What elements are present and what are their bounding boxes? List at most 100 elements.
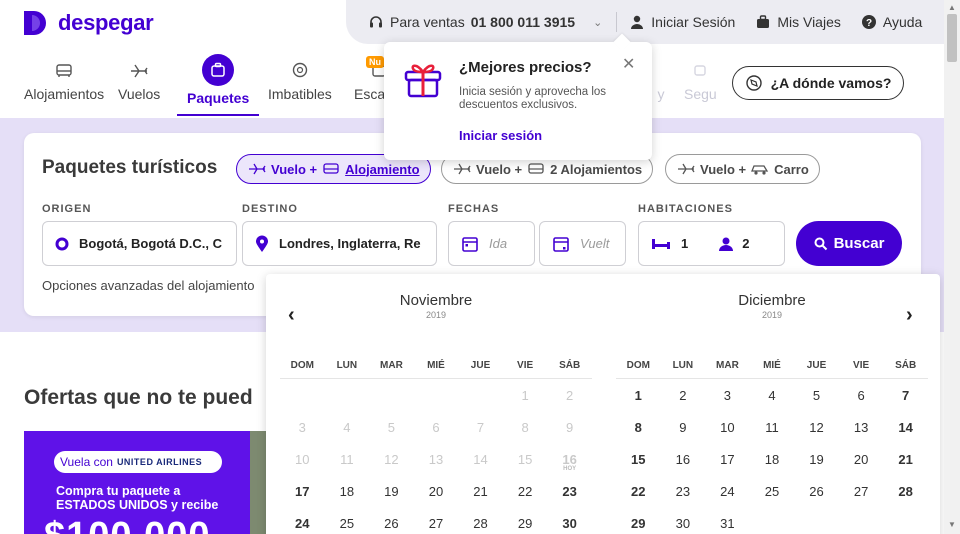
calendar-day[interactable]: 25	[750, 484, 795, 499]
close-icon[interactable]: ✕	[622, 54, 635, 74]
scrollbar-thumb[interactable]	[947, 14, 957, 62]
date-picker: ‹ › Noviembre 2019 DOM LUN MAR MIÉ JUE VIE SÁB…	[266, 274, 940, 534]
svg-text:?: ?	[866, 18, 872, 29]
rooms-field[interactable]: 1 2	[638, 221, 785, 266]
bed-icon	[323, 163, 339, 174]
calendar-day[interactable]: 27	[414, 516, 459, 531]
calendar-day[interactable]: 28	[883, 484, 928, 499]
airline-logo: UNITED AIRLINES	[116, 457, 203, 467]
month-year: 2019	[425, 310, 447, 320]
calendar-day: 14	[473, 451, 488, 467]
chevron-down-icon[interactable]: ⌄	[593, 16, 602, 29]
calendar-day[interactable]: 15	[616, 452, 661, 467]
user-icon	[631, 15, 644, 29]
where-to-go-button[interactable]: ¿A dónde vamos?	[732, 66, 904, 100]
calendar-day[interactable]: 28	[458, 516, 503, 531]
calendar-day[interactable]: 21	[458, 484, 503, 499]
calendar-day[interactable]: 3	[705, 388, 750, 403]
calendar-day[interactable]: 12	[794, 420, 839, 435]
nav-item-vuelos[interactable]: Vuelos	[118, 60, 160, 102]
calendar-day[interactable]: 29	[503, 516, 548, 531]
calendar-day[interactable]: 29	[616, 516, 661, 531]
calendar-day[interactable]: 19	[794, 452, 839, 467]
calendar-day[interactable]: 23	[547, 484, 592, 499]
advanced-options-link[interactable]: Opciones avanzadas del alojamiento	[42, 278, 254, 293]
calendar-day[interactable]: 22	[503, 484, 548, 499]
login-link[interactable]: Iniciar Sesión	[629, 14, 735, 30]
calendar-day[interactable]: 17	[705, 452, 750, 467]
calendar-day[interactable]: 6	[839, 388, 884, 403]
logo-text: despegar	[58, 10, 154, 35]
calendar-day[interactable]: 11	[750, 420, 795, 435]
calendar-day[interactable]: 14	[883, 420, 928, 435]
bed-icon	[56, 64, 72, 77]
calendar-day[interactable]: 16	[661, 452, 706, 467]
logo[interactable]: despegar	[22, 9, 154, 37]
nav-item-actividades[interactable]: y	[650, 60, 672, 102]
promo-pill-text: Vuela con	[60, 455, 113, 469]
calendar-day[interactable]: 8	[616, 420, 661, 435]
plane-icon	[454, 163, 471, 175]
dates-label: FECHAS	[448, 203, 500, 215]
chip-label-a: Vuelo +	[271, 161, 318, 177]
date-to-field[interactable]: Vuelt	[539, 221, 626, 266]
date-from-field[interactable]: Ida	[448, 221, 535, 266]
destination-field[interactable]: Londres, Inglaterra, Re	[242, 221, 437, 266]
nav-item-paquetes[interactable]: Paquetes	[177, 54, 260, 116]
popover-login-link[interactable]: Iniciar sesión	[459, 128, 542, 143]
calendar-day[interactable]: 20	[414, 484, 459, 499]
calendar-day: 10	[295, 451, 310, 467]
calendar-day[interactable]: 30	[547, 516, 592, 531]
scroll-up-icon[interactable]: ▲	[948, 3, 956, 12]
calendar-day[interactable]: 4	[750, 388, 795, 403]
scroll-down-icon[interactable]: ▼	[948, 520, 956, 529]
calendar-day[interactable]: 18	[325, 484, 370, 499]
nav-item-seguros[interactable]: Segu	[684, 60, 717, 102]
my-trips-link[interactable]: Mis Viajes	[755, 14, 841, 30]
month-november: Noviembre 2019 DOM LUN MAR MIÉ JUE VIE SÁB 1 2 3 4…	[280, 292, 592, 531]
calendar-day[interactable]: 22	[616, 484, 661, 499]
chip-vuelo-carro[interactable]: Vuelo + Carro	[665, 154, 820, 184]
calendar-day[interactable]: 27	[839, 484, 884, 499]
promo-banner[interactable]: Vuela con UNITED AIRLINES Compra tu paqu…	[24, 431, 250, 534]
calendar-day[interactable]: 23	[661, 484, 706, 499]
calendar-day[interactable]: 25	[325, 516, 370, 531]
calendar-day[interactable]: 20	[839, 452, 884, 467]
calendar-day[interactable]: 18	[750, 452, 795, 467]
calendar-day[interactable]: 30	[661, 516, 706, 531]
calendar-day[interactable]: 17	[280, 484, 325, 499]
sales-phone[interactable]: Para ventas 01 800 011 3915 ⌄	[368, 14, 602, 30]
calendar-day[interactable]: 9	[661, 420, 706, 435]
search-button[interactable]: Buscar	[796, 221, 902, 266]
calendar-day[interactable]: 31	[705, 516, 750, 531]
nav-item-alojamientos[interactable]: Alojamientos	[24, 60, 104, 102]
calendar-day[interactable]: 2	[661, 388, 706, 403]
calendar-day: 12	[384, 451, 399, 467]
chip-label-b: Carro	[774, 161, 809, 177]
divider	[616, 12, 618, 32]
calendar-day[interactable]: 26	[794, 484, 839, 499]
calendar-day[interactable]: 21	[883, 452, 928, 467]
calendar-day[interactable]: 16 HOY	[547, 452, 592, 472]
origin-field[interactable]: Bogotá, Bogotá D.C., C	[42, 221, 237, 266]
calendar-day[interactable]: 24	[705, 484, 750, 499]
calendar-day[interactable]: 19	[369, 484, 414, 499]
calendar-day[interactable]: 13	[839, 420, 884, 435]
calendar-day: 1	[521, 387, 529, 403]
weekday-label: DOM	[626, 360, 650, 371]
page-scrollbar[interactable]: ▲ ▼	[944, 0, 960, 534]
promo-banner-2[interactable]	[250, 431, 266, 534]
calendar-day[interactable]: 10	[705, 420, 750, 435]
weekday-label: JUE	[806, 360, 827, 371]
top-bar: despegar Para ventas 01 800 011 3915 ⌄ I…	[0, 0, 944, 44]
origin-label: ORIGEN	[42, 203, 92, 215]
calendar-day[interactable]: 5	[794, 388, 839, 403]
calendar-day[interactable]: 26	[369, 516, 414, 531]
help-link[interactable]: ? Ayuda	[861, 14, 922, 30]
calendar-day: 3	[298, 419, 306, 435]
calendar-day[interactable]: 1	[616, 388, 661, 403]
calendar-day[interactable]: 7	[883, 388, 928, 403]
bed-icon	[528, 163, 544, 174]
calendar-day[interactable]: 24	[280, 516, 325, 531]
nav-item-imbatibles[interactable]: Imbatibles	[268, 60, 332, 102]
